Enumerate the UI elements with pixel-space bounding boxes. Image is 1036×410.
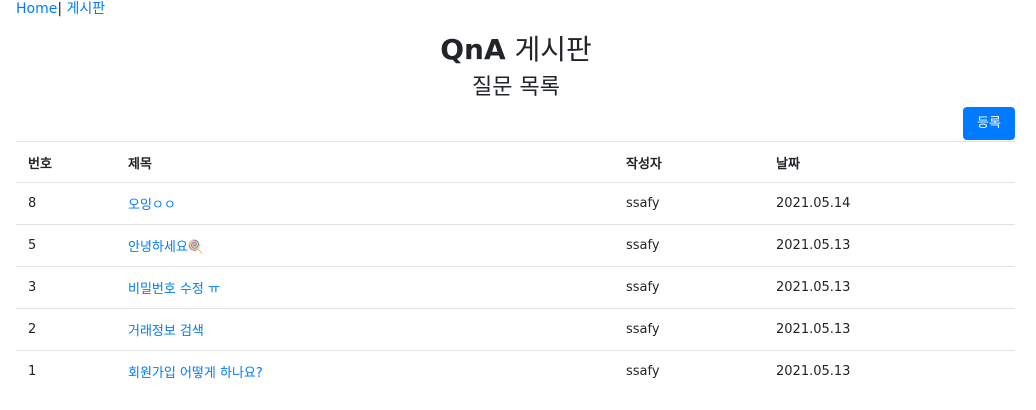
row-title-cell: 안녕하세요🍭	[116, 224, 614, 267]
table-header-row: 번호 제목 작성자 날짜	[16, 141, 1015, 183]
row-number: 1	[16, 350, 116, 392]
row-title-cell: 회원가입 어떻게 하나요?	[116, 350, 614, 392]
row-author: ssafy	[614, 182, 764, 225]
row-date: 2021.05.13	[764, 308, 1015, 351]
table-row: 5 안녕하세요🍭 ssafy 2021.05.13	[16, 224, 1015, 267]
breadcrumb-separator: |	[57, 1, 63, 17]
row-author: ssafy	[614, 266, 764, 309]
row-title-cell: 비밀번호 수정 ㅠ	[116, 266, 614, 309]
row-title-link[interactable]: 거래정보 검색	[128, 324, 204, 339]
column-header-title: 제목	[116, 141, 614, 183]
table-row: 1 회원가입 어떻게 하나요? ssafy 2021.05.13	[16, 350, 1015, 392]
home-link[interactable]: Home	[16, 1, 57, 17]
row-number: 8	[16, 182, 116, 225]
page-title-rest: 게시판	[514, 33, 592, 66]
question-table: 번호 제목 작성자 날짜 8 오잉ㅇㅇ ssafy 2021.05.14 5 안…	[16, 141, 1015, 392]
row-author: ssafy	[614, 224, 764, 267]
row-author: ssafy	[614, 308, 764, 351]
row-title-link[interactable]: 안녕하세요🍭	[128, 240, 204, 255]
column-header-number: 번호	[16, 141, 116, 183]
row-date: 2021.05.13	[764, 266, 1015, 309]
row-title-link[interactable]: 오잉ㅇㅇ	[128, 198, 176, 213]
column-header-author: 작성자	[614, 141, 764, 183]
row-date: 2021.05.13	[764, 350, 1015, 392]
row-title-link[interactable]: 회원가입 어떻게 하나요?	[128, 366, 263, 381]
row-date: 2021.05.13	[764, 224, 1015, 267]
row-title-cell: 거래정보 검색	[116, 308, 614, 351]
page-title-strong: QnA	[440, 33, 506, 66]
table-row: 8 오잉ㅇㅇ ssafy 2021.05.14	[16, 182, 1015, 225]
table-row: 2 거래정보 검색 ssafy 2021.05.13	[16, 308, 1015, 351]
row-number: 3	[16, 266, 116, 309]
page-title: QnA 게시판	[0, 30, 1032, 70]
row-number: 5	[16, 224, 116, 267]
board-link[interactable]: 게시판	[67, 1, 106, 17]
table-row: 3 비밀번호 수정 ㅠ ssafy 2021.05.13	[16, 266, 1015, 309]
column-header-date: 날짜	[764, 141, 1015, 183]
breadcrumb: Home| 게시판	[16, 0, 105, 18]
row-date: 2021.05.14	[764, 182, 1015, 225]
page-subtitle: 질문 목록	[472, 75, 560, 100]
register-button[interactable]: 등록	[963, 107, 1015, 140]
row-author: ssafy	[614, 350, 764, 392]
row-title-cell: 오잉ㅇㅇ	[116, 182, 614, 225]
row-number: 2	[16, 308, 116, 351]
row-title-link[interactable]: 비밀번호 수정 ㅠ	[128, 282, 220, 297]
